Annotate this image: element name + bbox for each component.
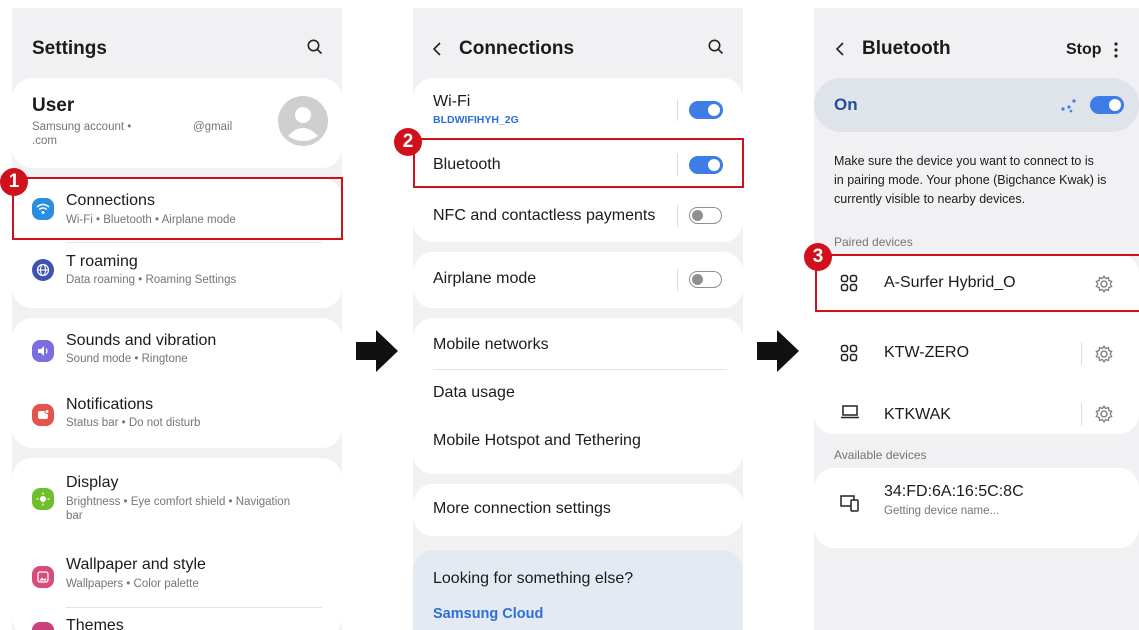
back-icon[interactable] [834, 41, 846, 57]
highlight-paired-device [815, 254, 1139, 312]
airplane-row[interactable]: Airplane mode [413, 252, 743, 308]
suggestion-title: Looking for something else? [433, 570, 634, 587]
page-title: Settings [32, 38, 107, 59]
more-connection-settings-item[interactable]: More connection settings [433, 500, 611, 518]
available-device-row[interactable]: 34:FD:6A:16:5C:8C Getting device name... [814, 468, 1139, 538]
notification-icon [32, 404, 54, 426]
laptop-icon [841, 405, 859, 419]
device-address: 34:FD:6A:16:5C:8C [884, 483, 1024, 500]
divider [433, 369, 727, 370]
pairing-info: Make sure the device you want to connect… [834, 154, 1107, 206]
profile-name: User [32, 95, 75, 116]
device-status: Getting device name... [884, 505, 1000, 517]
earbuds-icon [840, 344, 858, 362]
step-badge-2: 2 [394, 128, 422, 156]
separator [677, 99, 678, 121]
settings-item-notifications[interactable]: Notifications Status bar • Do not distur… [12, 382, 342, 444]
arrow-right-icon [757, 330, 799, 372]
separator [677, 269, 678, 291]
wifi-toggle[interactable] [689, 101, 723, 119]
sun-icon [32, 488, 54, 510]
settings-screen: Settings User Samsung account • @gmail .… [12, 8, 342, 630]
account-label: Samsung account • [32, 121, 132, 133]
settings-item-label: Display [66, 474, 119, 491]
separator [1081, 403, 1082, 425]
display-group: Display Brightness • Eye comfort shield … [12, 458, 342, 630]
account-email: @gmail [193, 121, 233, 133]
separator [677, 205, 678, 227]
wallpaper-icon [32, 566, 54, 588]
step-badge-3: 3 [804, 243, 832, 271]
avatar[interactable] [278, 96, 328, 146]
settings-item-sub: Status bar • Do not disturb [66, 417, 201, 429]
bluetooth-screen: Bluetooth Stop On Make sure the device y… [814, 8, 1139, 630]
more-card: More connection settings [413, 484, 743, 536]
stop-button[interactable]: Stop [1066, 41, 1102, 59]
wifi-row[interactable]: Wi-Fi BLDWIFIHYH_2G [413, 78, 743, 140]
hotspot-item[interactable]: Mobile Hotspot and Tethering [433, 432, 641, 450]
settings-item-sub: Sound mode • Ringtone [66, 353, 188, 365]
step-badge-1: 1 [0, 168, 28, 196]
profile-card[interactable]: User Samsung account • @gmail .com [12, 78, 342, 168]
globe-icon [32, 259, 54, 281]
nfc-label: NFC and contactless payments [433, 207, 656, 224]
settings-item-sub: Data roaming • Roaming Settings [66, 274, 237, 286]
nfc-row[interactable]: NFC and contactless payments [413, 192, 743, 242]
data-usage-item[interactable]: Data usage [433, 384, 515, 402]
suggestion-card: Looking for something else? Samsung Clou… [413, 550, 743, 630]
scanning-icon [1061, 99, 1076, 113]
arrow-right-icon [356, 330, 398, 372]
settings-item-display[interactable]: Display Brightness • Eye comfort shield … [12, 458, 342, 536]
settings-item-t-roaming[interactable]: T roaming Data roaming • Roaming Setting… [12, 243, 342, 305]
themes-icon [32, 622, 54, 630]
settings-item-label: Sounds and vibration [66, 332, 217, 349]
devices-icon [840, 495, 859, 512]
settings-item-wallpaper[interactable]: Wallpaper and style Wallpapers • Color p… [12, 544, 342, 602]
settings-item-sounds[interactable]: Sounds and vibration Sound mode • Ringto… [12, 318, 342, 380]
settings-item-sub-cont: bar [66, 510, 83, 522]
settings-item-label: Notifications [66, 396, 154, 413]
settings-item-label: Wallpaper and style [66, 556, 206, 573]
paired-device-row[interactable]: KTW-ZERO [814, 322, 1139, 382]
settings-item-label: Themes [66, 617, 124, 630]
settings-item-sub: Brightness • Eye comfort shield • Naviga… [66, 496, 291, 508]
available-devices-card: 34:FD:6A:16:5C:8C Getting device name... [814, 468, 1139, 548]
wifi-label: Wi-Fi [433, 93, 471, 110]
available-devices-header: Available devices [834, 448, 927, 462]
device-name: KTKWAK [884, 406, 951, 423]
paired-device-row[interactable]: KTKWAK [814, 382, 1139, 434]
page-title: Bluetooth [862, 38, 951, 59]
nfc-toggle[interactable] [689, 207, 722, 224]
highlight-bluetooth [413, 138, 744, 188]
separator [1081, 343, 1082, 365]
bluetooth-master-switch[interactable]: On [814, 78, 1139, 132]
paired-devices-header: Paired devices [834, 235, 913, 249]
connections-screen: Connections Wi-Fi BLDWIFIHYH_2G Bluetoot… [413, 8, 743, 630]
wifi-network-name: BLDWIFIHYH_2G [433, 114, 519, 126]
more-options-icon[interactable] [1113, 41, 1119, 59]
samsung-cloud-link[interactable]: Samsung Cloud [433, 606, 543, 622]
airplane-card: Airplane mode [413, 252, 743, 308]
back-icon[interactable] [431, 41, 443, 57]
bluetooth-toggle[interactable] [1090, 96, 1124, 114]
airplane-label: Airplane mode [433, 270, 537, 287]
settings-item-sub: Wallpapers • Color palette [66, 578, 199, 590]
account-email-domain: .com [32, 135, 57, 147]
device-name: KTW-ZERO [884, 344, 970, 361]
highlight-connections [12, 177, 343, 240]
network-card: Mobile networks Data usage Mobile Hotspo… [413, 318, 743, 474]
search-icon[interactable] [707, 38, 725, 56]
airplane-toggle[interactable] [689, 271, 722, 288]
search-icon[interactable] [306, 38, 324, 56]
settings-item-label: T roaming [66, 253, 138, 270]
gear-icon[interactable] [1094, 344, 1114, 364]
on-label: On [834, 95, 858, 114]
settings-item-themes[interactable]: Themes [12, 608, 342, 630]
speaker-icon [32, 340, 54, 362]
mobile-networks-item[interactable]: Mobile networks [433, 336, 549, 354]
sound-group: Sounds and vibration Sound mode • Ringto… [12, 318, 342, 448]
gear-icon[interactable] [1094, 404, 1114, 424]
page-title: Connections [459, 38, 575, 59]
